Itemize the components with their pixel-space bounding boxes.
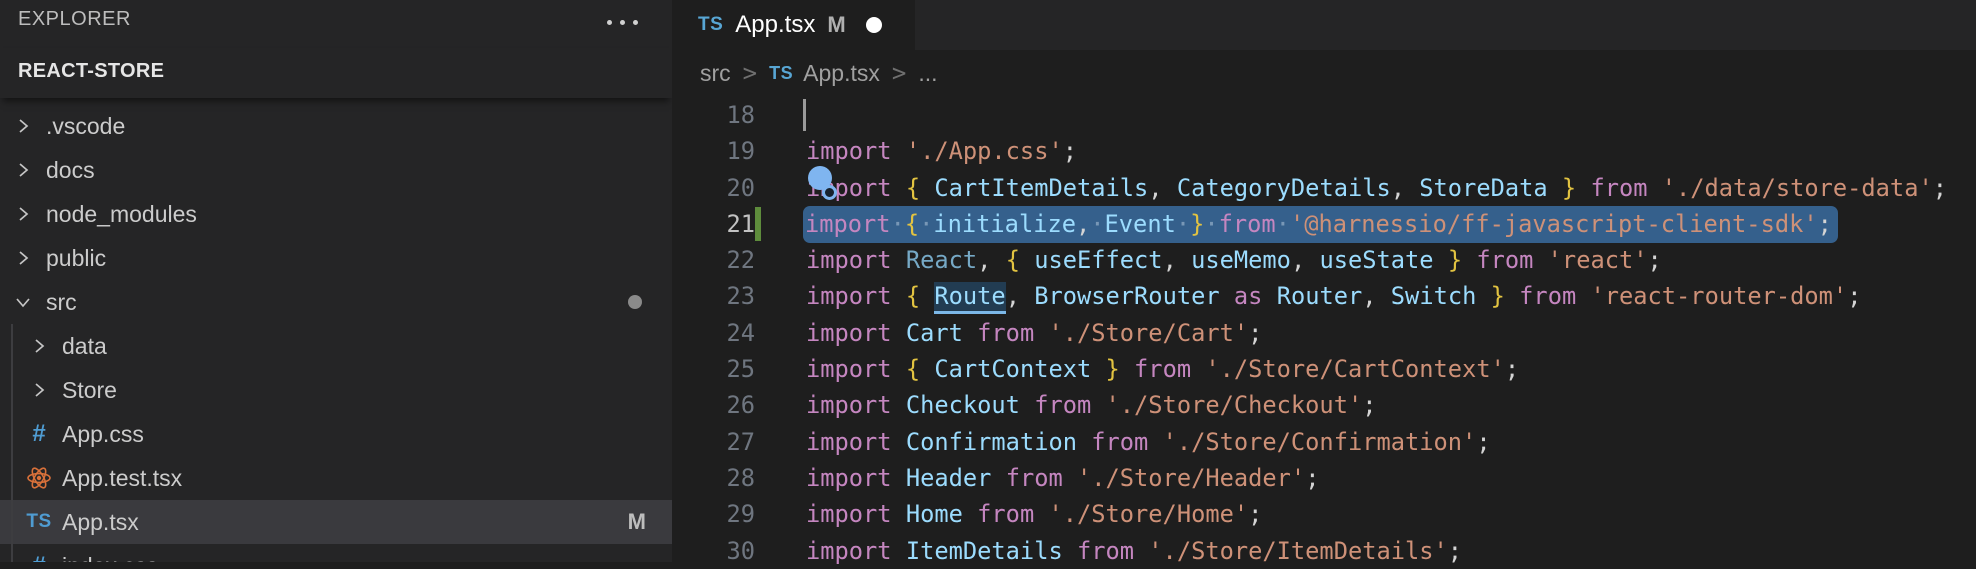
tab-label: App.tsx — [735, 11, 815, 39]
chevron-right-icon — [24, 335, 54, 357]
explorer-more-actions-icon[interactable] — [607, 20, 638, 25]
chevron-right-icon — [29, 336, 49, 356]
chevron-right-icon — [8, 115, 38, 137]
tree-item-data[interactable]: data — [0, 324, 672, 368]
breadcrumb: src > TS App.tsx > ... — [672, 50, 1976, 96]
remote-cursor-caret — [803, 99, 806, 131]
typescript-icon: TS — [26, 511, 51, 533]
line-number: 25 — [672, 351, 755, 387]
chevron-right-icon — [13, 160, 33, 180]
tree-item-label: data — [62, 333, 107, 360]
code-line-26[interactable]: 26import Checkout from './Store/Checkout… — [672, 387, 1976, 423]
tree-item-public[interactable]: public — [0, 236, 672, 280]
git-added-gutter-bar — [755, 207, 761, 241]
chevron-right-icon — [8, 159, 38, 181]
text-selection: import·{·initialize,·Event·}·from·'@harn… — [803, 206, 1838, 243]
tree-item-app-test-tsx[interactable]: App.test.tsx — [0, 456, 672, 500]
tab-dirty-dot-icon[interactable] — [866, 17, 882, 33]
code-line-20[interactable]: 20import { CartItemDetails, CategoryDeta… — [672, 170, 1976, 206]
chevron-right-icon: > — [892, 59, 906, 87]
react-test-icon — [25, 464, 53, 492]
indent-guide — [11, 324, 13, 562]
tree-item-label: Store — [62, 377, 117, 404]
chevron-right-icon — [8, 247, 38, 269]
breadcrumb-ellipsis[interactable]: ... — [918, 60, 937, 87]
code-line-25[interactable]: 25import { CartContext } from './Store/C… — [672, 351, 1976, 387]
git-modified-badge: M — [628, 509, 646, 535]
tree-item-store[interactable]: Store — [0, 368, 672, 412]
chevron-right-icon — [8, 203, 38, 225]
tree-item-label: index.css — [62, 553, 158, 563]
tree-item-index-css[interactable]: # index.css — [0, 544, 672, 562]
breadcrumb-app-tsx[interactable]: App.tsx — [803, 60, 880, 87]
line-number: 26 — [672, 387, 755, 423]
line-number: 22 — [672, 242, 755, 278]
tab-git-modified-badge: M — [827, 12, 845, 38]
tab-app-tsx[interactable]: TS App.tsx M — [672, 0, 915, 50]
tree-item-label: public — [46, 245, 106, 272]
chevron-right-icon — [13, 248, 33, 268]
line-number: 19 — [672, 133, 755, 169]
code-line-21[interactable]: 21 import·{·initialize,·Event·}·from·'@ha… — [672, 206, 1976, 242]
chevron-down-icon — [8, 291, 38, 313]
line-number: 18 — [672, 97, 755, 133]
line-number: 28 — [672, 460, 755, 496]
code-line-19[interactable]: 19import './App.css'; — [672, 133, 1976, 169]
tree-item-label: App.tsx — [62, 509, 139, 536]
tree-item-src[interactable]: src — [0, 280, 672, 324]
tree-item-app-css[interactable]: # App.css — [0, 412, 672, 456]
breadcrumb-src[interactable]: src — [700, 60, 731, 87]
chevron-right-icon — [13, 116, 33, 136]
explorer-sidebar: EXPLORER REACT-STORE .vscode docs node_mod… — [0, 0, 672, 562]
chevron-right-icon — [13, 204, 33, 224]
tree-item-label: src — [46, 289, 77, 316]
typescript-icon: TS — [769, 63, 793, 84]
chevron-right-icon — [29, 380, 49, 400]
line-number: 20 — [672, 170, 755, 206]
editor-group: TS App.tsx M src > TS App.tsx > ... 1819… — [672, 0, 1976, 562]
explorer-titlebar: EXPLORER — [0, 0, 672, 48]
tree-item-label: App.test.tsx — [62, 465, 182, 492]
code-line-24[interactable]: 24import Cart from './Store/Cart'; — [672, 315, 1976, 351]
tree-item-label: .vscode — [46, 113, 125, 140]
code-line-29[interactable]: 29import Home from './Store/Home'; — [672, 496, 1976, 532]
tree-item-docs[interactable]: docs — [0, 148, 672, 192]
line-number: 21 — [672, 206, 755, 242]
tab-bar: TS App.tsx M — [672, 0, 1976, 50]
code-line-18[interactable]: 18 — [672, 97, 1976, 133]
chevron-right-icon — [24, 379, 54, 401]
project-name: REACT-STORE — [18, 60, 164, 83]
line-number: 24 — [672, 315, 755, 351]
typescript-icon: TS — [698, 14, 723, 36]
tree-item-app-tsx[interactable]: TS App.tsx M — [0, 500, 672, 544]
explorer-title: EXPLORER — [18, 8, 131, 31]
code-line-23[interactable]: 23import { Route, BrowserRouter as Route… — [672, 278, 1976, 314]
tree-item-node-modules[interactable]: node_modules — [0, 192, 672, 236]
line-number: 27 — [672, 424, 755, 460]
css-hash-icon: # — [32, 552, 45, 562]
line-number: 30 — [672, 533, 755, 569]
tree-item-label: docs — [46, 157, 95, 184]
tree-item-label: node_modules — [46, 201, 197, 228]
collaborator-cursor-ring-icon — [822, 185, 837, 200]
chevron-right-icon: > — [743, 59, 757, 87]
file-tree: .vscode docs node_modulespublic src data Stor… — [0, 104, 672, 562]
vscode-window: EXPLORER REACT-STORE .vscode docs node_mod… — [0, 0, 1976, 562]
code-line-27[interactable]: 27import Confirmation from './Store/Conf… — [672, 424, 1976, 460]
chevron-down-icon — [13, 292, 33, 312]
tree-item-label: App.css — [62, 421, 144, 448]
line-number: 23 — [672, 278, 755, 314]
code-line-28[interactable]: 28import Header from './Store/Header'; — [672, 460, 1976, 496]
css-hash-icon: # — [32, 420, 45, 448]
code-line-30[interactable]: 30import ItemDetails from './Store/ItemD… — [672, 533, 1976, 569]
project-section-header[interactable]: REACT-STORE — [0, 48, 672, 98]
line-number: 29 — [672, 496, 755, 532]
modified-dot-badge — [628, 295, 642, 309]
tree-item--vscode[interactable]: .vscode — [0, 104, 672, 148]
code-editor[interactable]: 1819import './App.css';20import { CartIt… — [672, 97, 1976, 562]
code-line-22[interactable]: 22import React, { useEffect, useMemo, us… — [672, 242, 1976, 278]
